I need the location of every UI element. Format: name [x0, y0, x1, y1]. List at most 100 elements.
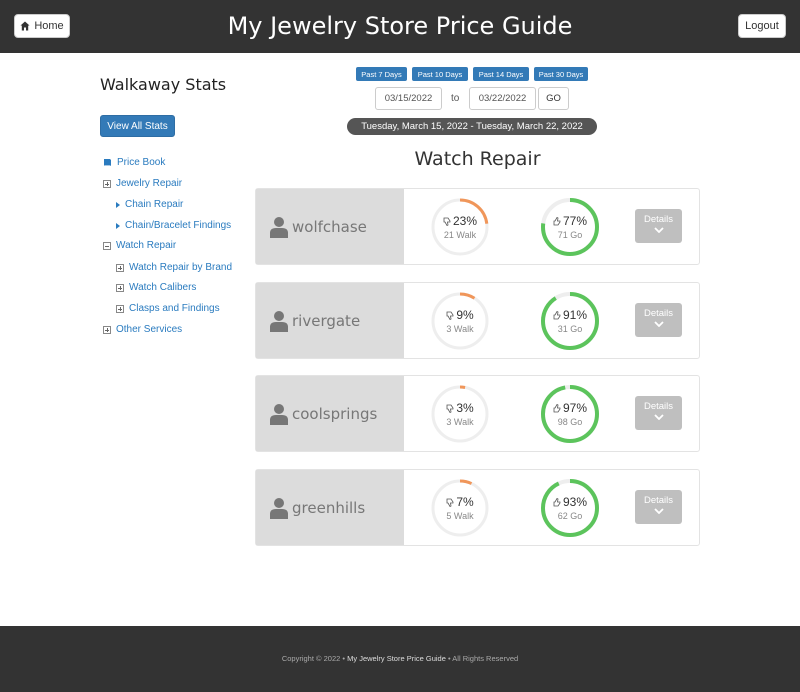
go-percent-value: 97%	[562, 401, 588, 415]
sidebar-item-label: Price Book	[117, 157, 166, 168]
sidebar-item-watch-repair[interactable]: Watch Repair	[103, 240, 176, 251]
sidebar-item-chain-repair[interactable]: Chain Repair	[116, 199, 183, 210]
section-title: Watch Repair	[414, 148, 541, 170]
user-icon	[270, 216, 288, 238]
sidebar-item-price-book[interactable]: Price Book	[103, 157, 165, 168]
sidebar-item-watch-repair-by-brand[interactable]: Watch Repair by Brand	[116, 262, 232, 273]
go-count: 62 Go	[557, 511, 583, 521]
top-header: Home My Jewelry Store Price Guide Logout	[0, 0, 800, 53]
go-percent-value: 91%	[562, 308, 588, 322]
thumbs-down-icon	[446, 404, 454, 413]
go-count: 71 Go	[557, 230, 583, 240]
walk-percent: 3%	[430, 401, 490, 415]
go-donut: 91% 31 Go	[540, 291, 600, 351]
caret-right-icon	[116, 222, 120, 229]
past-14-days-button[interactable]: Past 14 Days	[473, 67, 529, 81]
footer-brand-link[interactable]: My Jewelry Store Price Guide	[347, 654, 446, 663]
walk-count: 3 Walk	[446, 324, 474, 334]
user-icon	[270, 497, 288, 519]
walk-percent-value: 3%	[456, 401, 474, 415]
expand-plus-icon[interactable]	[116, 283, 124, 292]
go-percent: 91%	[540, 308, 600, 322]
copyright-prefix: Copyright © 2022 •	[281, 654, 346, 663]
walk-percent: 7%	[430, 495, 490, 509]
collapse-minus-icon[interactable]	[103, 241, 111, 250]
go-donut: 97% 98 Go	[540, 384, 600, 444]
details-label: Details	[643, 401, 674, 412]
caret-right-icon	[116, 201, 120, 208]
go-count: 98 Go	[557, 417, 583, 427]
walk-donut: 9% 3 Walk	[430, 291, 490, 351]
chevron-down-icon	[653, 321, 664, 327]
store-name-panel: greenhills	[256, 470, 404, 545]
go-donut: 77% 71 Go	[540, 197, 600, 257]
app-title: My Jewelry Store Price Guide	[227, 12, 573, 40]
past-7-days-button[interactable]: Past 7 Days	[356, 67, 407, 81]
sidebar-item-other-services[interactable]: Other Services	[103, 324, 182, 335]
details-button[interactable]: Details	[635, 303, 682, 337]
walk-count: 21 Walk	[443, 230, 477, 240]
chevron-down-icon	[653, 414, 664, 420]
go-percent: 97%	[540, 401, 600, 415]
go-button[interactable]: GO	[538, 87, 569, 110]
past-10-days-button[interactable]: Past 10 Days	[412, 67, 468, 81]
thumbs-up-icon	[553, 497, 561, 506]
end-date-input[interactable]: 03/22/2022	[469, 87, 536, 110]
sidebar-item-label: Chain/Bracelet Findings	[125, 220, 232, 231]
walk-percent: 23%	[430, 214, 490, 228]
store-name: greenhills	[292, 498, 366, 517]
store-name: wolfchase	[292, 217, 367, 236]
go-percent-value: 93%	[562, 495, 588, 509]
details-label: Details	[643, 308, 674, 319]
store-name: coolsprings	[292, 404, 378, 423]
expand-plus-icon[interactable]	[103, 179, 111, 188]
store-name-panel: coolsprings	[256, 376, 404, 451]
past-30-days-button[interactable]: Past 30 Days	[534, 67, 588, 81]
walk-count: 5 Walk	[446, 511, 474, 521]
start-date-input[interactable]: 03/15/2022	[375, 87, 442, 110]
store-card: rivergate 9% 3 Walk 91% 31 Go Details	[255, 282, 700, 359]
user-icon	[270, 310, 288, 332]
walk-percent-value: 7%	[456, 495, 474, 509]
sidebar-item-label: Watch Repair by Brand	[129, 262, 233, 273]
details-label: Details	[643, 214, 674, 225]
sidebar-item-clasps-and-findings[interactable]: Clasps and Findings	[116, 303, 220, 314]
sidebar-item-label: Watch Calibers	[129, 282, 197, 293]
store-name-panel: wolfchase	[256, 189, 404, 264]
walk-count: 3 Walk	[446, 417, 474, 427]
details-label: Details	[643, 495, 674, 506]
thumbs-down-icon	[446, 498, 454, 507]
expand-plus-icon[interactable]	[116, 304, 124, 313]
sidebar-title: Walkaway Stats	[100, 75, 227, 94]
store-card: wolfchase 23% 21 Walk 77% 71 Go Details	[255, 188, 700, 265]
walk-percent: 9%	[430, 308, 490, 322]
expand-plus-icon[interactable]	[116, 263, 124, 272]
store-card: coolsprings 3% 3 Walk 97% 98 Go Details	[255, 375, 700, 452]
sidebar-item-label: Jewelry Repair	[116, 178, 183, 189]
go-percent: 93%	[540, 495, 600, 509]
thumbs-down-icon	[446, 311, 454, 320]
sidebar-item-jewelry-repair[interactable]: Jewelry Repair	[103, 178, 182, 189]
sidebar-item-watch-calibers[interactable]: Watch Calibers	[116, 282, 196, 293]
details-button[interactable]: Details	[635, 209, 682, 243]
store-name: rivergate	[292, 311, 361, 330]
date-range-summary: Tuesday, March 15, 2022 - Tuesday, March…	[347, 118, 597, 135]
copyright-suffix: • All Rights Reserved	[448, 654, 519, 663]
view-all-stats-button[interactable]: View All Stats	[100, 115, 175, 137]
book-icon	[104, 159, 111, 166]
walk-donut: 7% 5 Walk	[430, 478, 490, 538]
sidebar-item-chain-bracelet-findings[interactable]: Chain/Bracelet Findings	[116, 220, 231, 231]
chevron-down-icon	[653, 227, 664, 233]
go-count: 31 Go	[557, 324, 583, 334]
chevron-down-icon	[653, 508, 664, 514]
details-button[interactable]: Details	[635, 490, 682, 524]
footer: Copyright © 2022 • My Jewelry Store Pric…	[0, 626, 800, 692]
expand-plus-icon[interactable]	[103, 325, 111, 334]
walk-donut: 23% 21 Walk	[430, 197, 490, 257]
details-button[interactable]: Details	[635, 396, 682, 430]
thumbs-up-icon	[553, 216, 561, 225]
logout-button[interactable]: Logout	[738, 14, 786, 38]
sidebar-item-label: Other Services	[116, 324, 183, 335]
to-label: to	[451, 93, 460, 104]
go-percent-value: 77%	[562, 214, 588, 228]
